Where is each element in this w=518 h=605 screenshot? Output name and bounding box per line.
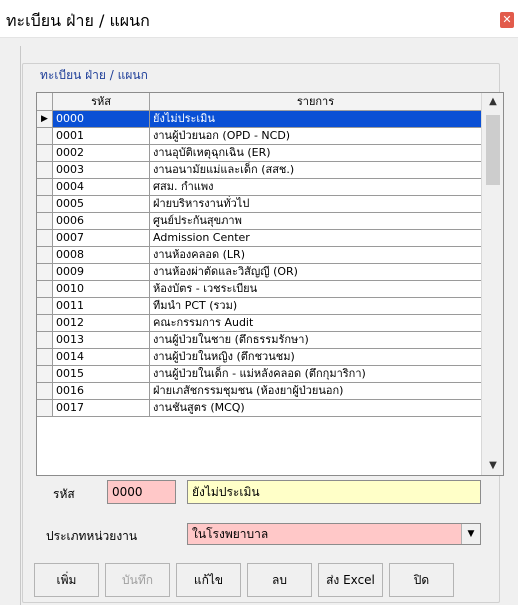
table-row[interactable]: ▶ 0000 ยังไม่ประเมิน xyxy=(37,111,481,128)
table-row[interactable]: 0016 ฝ่ายเภสัชกรรมชุมชน (ห้องยาผู้ป่วยนอก… xyxy=(37,383,481,400)
cell-name[interactable]: งานชันสูตร (MCQ) xyxy=(150,400,481,416)
cell-name[interactable]: งานผู้ป่วยในเด็ก - แม่หลังคลอด (ตึกกุมาร… xyxy=(150,366,481,382)
scroll-down-icon[interactable]: ▼ xyxy=(482,457,503,475)
row-pointer-icon[interactable]: ▶ xyxy=(37,111,53,127)
table-row[interactable]: 0007 Admission Center xyxy=(37,230,481,247)
cell-name[interactable]: งานอนามัยแม่และเด็ก (สสช.) xyxy=(150,162,481,178)
row-indicator[interactable] xyxy=(37,128,53,144)
cell-code[interactable]: 0006 xyxy=(53,213,150,229)
unit-type-value: ในโรงพยาบาล xyxy=(192,527,269,541)
column-header-name[interactable]: รายการ xyxy=(150,93,481,111)
delete-button[interactable]: ลบ xyxy=(247,563,312,597)
cell-name[interactable]: Admission Center xyxy=(150,230,481,246)
row-indicator[interactable] xyxy=(37,247,53,263)
window-title: ทะเบียน ฝ่าย / แผนก xyxy=(6,11,150,30)
export-excel-button[interactable]: ส่ง Excel xyxy=(318,563,383,597)
scroll-thumb[interactable] xyxy=(486,115,500,185)
table-row[interactable]: 0010 ห้องบัตร - เวชระเบียน xyxy=(37,281,481,298)
table-row[interactable]: 0009 งานห้องผ่าตัดและวิสัญญี (OR) xyxy=(37,264,481,281)
cell-code[interactable]: 0007 xyxy=(53,230,150,246)
row-indicator[interactable] xyxy=(37,349,53,365)
title-bar: ทะเบียน ฝ่าย / แผนก ✕ xyxy=(0,0,518,38)
row-indicator[interactable] xyxy=(37,145,53,161)
column-header-code[interactable]: รหัส xyxy=(53,93,150,111)
cell-code[interactable]: 0008 xyxy=(53,247,150,263)
cell-code[interactable]: 0014 xyxy=(53,349,150,365)
cell-code[interactable]: 0011 xyxy=(53,298,150,314)
cell-name[interactable]: งานห้องผ่าตัดและวิสัญญี (OR) xyxy=(150,264,481,280)
cell-name[interactable]: ศสม. กำแพง xyxy=(150,179,481,195)
add-button[interactable]: เพิ่ม xyxy=(34,563,99,597)
scroll-up-icon[interactable]: ▲ xyxy=(482,93,503,111)
row-indicator[interactable] xyxy=(37,162,53,178)
cell-code[interactable]: 0004 xyxy=(53,179,150,195)
row-indicator[interactable] xyxy=(37,179,53,195)
code-field[interactable]: 0000 xyxy=(107,480,176,504)
cell-code[interactable]: 0013 xyxy=(53,332,150,348)
vertical-scrollbar[interactable]: ▲ ▼ xyxy=(481,93,503,475)
cell-name[interactable]: งานอุบัติเหตุฉุกเฉิน (ER) xyxy=(150,145,481,161)
table-row[interactable]: 0001 งานผู้ป่วยนอก (OPD - NCD) xyxy=(37,128,481,145)
table-row[interactable]: 0004 ศสม. กำแพง xyxy=(37,179,481,196)
row-indicator[interactable] xyxy=(37,315,53,331)
cell-code[interactable]: 0009 xyxy=(53,264,150,280)
row-indicator[interactable] xyxy=(37,196,53,212)
cell-name[interactable]: งานผู้ป่วยในชาย (ตึกธรรมรักษา) xyxy=(150,332,481,348)
cell-name[interactable]: งานผู้ป่วยในหญิง (ตึกชวนชม) xyxy=(150,349,481,365)
row-indicator[interactable] xyxy=(37,383,53,399)
table-row[interactable]: 0006 ศูนย์ประกันสุขภาพ xyxy=(37,213,481,230)
row-indicator[interactable] xyxy=(37,400,53,416)
cell-name[interactable]: ฝ่ายบริหารงานทั่วไป xyxy=(150,196,481,212)
row-indicator[interactable] xyxy=(37,366,53,382)
table-row[interactable]: 0013 งานผู้ป่วยในชาย (ตึกธรรมรักษา) xyxy=(37,332,481,349)
cell-name[interactable]: ฝ่ายเภสัชกรรมชุมชน (ห้องยาผู้ป่วยนอก) xyxy=(150,383,481,399)
table-row[interactable]: 0011 ทีมนำ PCT (รวม) xyxy=(37,298,481,315)
table-row[interactable]: 0012 คณะกรรมการ Audit xyxy=(37,315,481,332)
row-indicator[interactable] xyxy=(37,230,53,246)
cell-code[interactable]: 0015 xyxy=(53,366,150,382)
table-row[interactable]: 0002 งานอุบัติเหตุฉุกเฉิน (ER) xyxy=(37,145,481,162)
row-indicator[interactable] xyxy=(37,281,53,297)
cell-code[interactable]: 0017 xyxy=(53,400,150,416)
name-field[interactable]: ยังไม่ประเมิน xyxy=(187,480,481,504)
save-button[interactable]: บันทึก xyxy=(105,563,170,597)
table-row[interactable]: 0008 งานห้องคลอด (LR) xyxy=(37,247,481,264)
cell-name[interactable]: ยังไม่ประเมิน xyxy=(150,111,481,127)
table-row[interactable]: 0005 ฝ่ายบริหารงานทั่วไป xyxy=(37,196,481,213)
cell-name[interactable]: งานห้องคลอด (LR) xyxy=(150,247,481,263)
grid-header: รหัส รายการ xyxy=(37,93,481,111)
cell-name[interactable]: ทีมนำ PCT (รวม) xyxy=(150,298,481,314)
cell-code[interactable]: 0002 xyxy=(53,145,150,161)
cell-name[interactable]: งานผู้ป่วยนอก (OPD - NCD) xyxy=(150,128,481,144)
cell-name[interactable]: คณะกรรมการ Audit xyxy=(150,315,481,331)
chevron-down-icon[interactable]: ▼ xyxy=(461,524,480,544)
table-row[interactable]: 0015 งานผู้ป่วยในเด็ก - แม่หลังคลอด (ตึกก… xyxy=(37,366,481,383)
cell-code[interactable]: 0010 xyxy=(53,281,150,297)
cell-name[interactable]: ศูนย์ประกันสุขภาพ xyxy=(150,213,481,229)
row-indicator[interactable] xyxy=(37,264,53,280)
row-indicator-header xyxy=(37,93,53,111)
table-row[interactable]: 0003 งานอนามัยแม่และเด็ก (สสช.) xyxy=(37,162,481,179)
cell-code[interactable]: 0003 xyxy=(53,162,150,178)
cell-code[interactable]: 0005 xyxy=(53,196,150,212)
code-label: รหัส xyxy=(53,487,75,501)
edit-button[interactable]: แก้ไข xyxy=(176,563,241,597)
department-grid[interactable]: รหัส รายการ ▶ 0000 ยังไม่ประเมิน 0001 งานผู้… xyxy=(36,92,504,476)
row-indicator[interactable] xyxy=(37,213,53,229)
row-indicator[interactable] xyxy=(37,332,53,348)
cell-code[interactable]: 0001 xyxy=(53,128,150,144)
unit-type-select[interactable]: ในโรงพยาบาล ▼ xyxy=(187,523,481,545)
cell-code[interactable]: 0016 xyxy=(53,383,150,399)
row-indicator[interactable] xyxy=(37,298,53,314)
close-icon[interactable]: ✕ xyxy=(500,12,514,28)
cell-code[interactable]: 0012 xyxy=(53,315,150,331)
table-row[interactable]: 0014 งานผู้ป่วยในหญิง (ตึกชวนชม) xyxy=(37,349,481,366)
type-label: ประเภทหน่วยงาน xyxy=(46,529,138,543)
cell-name[interactable]: ห้องบัตร - เวชระเบียน xyxy=(150,281,481,297)
group-caption: ทะเบียน ฝ่าย / แผนก xyxy=(38,66,150,85)
close-button[interactable]: ปิด xyxy=(389,563,454,597)
table-row[interactable]: 0017 งานชันสูตร (MCQ) xyxy=(37,400,481,417)
cell-code[interactable]: 0000 xyxy=(53,111,150,127)
